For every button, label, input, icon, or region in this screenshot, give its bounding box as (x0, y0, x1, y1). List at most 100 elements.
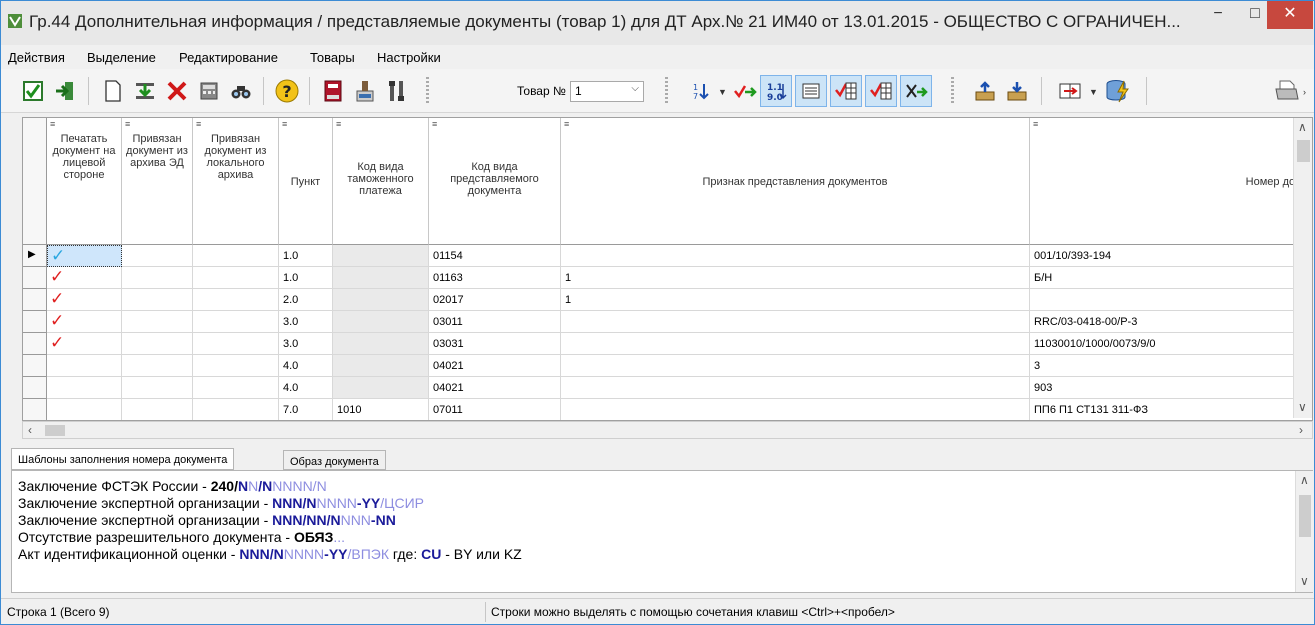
item-cell[interactable]: 1.0 (279, 267, 333, 289)
document-code-cell[interactable]: 02017 (429, 289, 561, 311)
item-cell[interactable]: 7.0 (279, 399, 333, 420)
local-archive-cell[interactable] (193, 267, 279, 289)
tab-templates[interactable]: Шаблоны заполнения номера документа (11, 448, 235, 470)
payment-code-cell[interactable] (333, 333, 429, 355)
ed-archive-cell[interactable] (122, 399, 193, 420)
printer-icon[interactable] (1271, 75, 1303, 107)
column-header-local-archive[interactable]: ≡ Привязан документ из локального архива (193, 118, 279, 245)
local-archive-cell[interactable] (193, 311, 279, 333)
row-header[interactable] (23, 267, 47, 289)
payment-code-cell[interactable] (333, 355, 429, 377)
item-cell[interactable]: 3.0 (279, 311, 333, 333)
row-header[interactable] (23, 355, 47, 377)
menu-actions[interactable]: Действия (8, 50, 65, 65)
menu-editing[interactable]: Редактирование (179, 50, 278, 65)
row-header[interactable] (23, 333, 47, 355)
local-archive-cell[interactable] (193, 355, 279, 377)
row-header[interactable] (23, 289, 47, 311)
transfer-icon[interactable] (1054, 75, 1086, 107)
print-check-icon[interactable]: ✓ (47, 267, 122, 289)
template-line[interactable]: Акт идентификационной оценки - NNN/NNNNN… (18, 546, 522, 562)
presentation-sign-cell[interactable] (561, 399, 1030, 420)
column-header-document-code[interactable]: ≡ Код вида представляемого документа (429, 118, 561, 245)
presentation-sign-cell[interactable] (561, 245, 1030, 267)
item-cell[interactable]: 2.0 (279, 289, 333, 311)
column-header-presentation-sign[interactable]: ≡ Признак представления документов (561, 118, 1030, 245)
document-code-cell[interactable]: 03011 (429, 311, 561, 333)
transfer-dropdown-arrow[interactable]: ▼ (1089, 87, 1098, 97)
filter-icon[interactable]: ≡ (125, 119, 130, 129)
scroll-right-icon[interactable]: › (1299, 423, 1303, 437)
ed-archive-cell[interactable] (122, 333, 193, 355)
scroll-down-icon[interactable]: ∨ (1300, 574, 1309, 588)
local-archive-cell[interactable] (193, 333, 279, 355)
filter-icon[interactable]: ≡ (196, 119, 201, 129)
document-number-cell[interactable]: 903 (1030, 377, 1312, 399)
payment-code-cell[interactable] (333, 267, 429, 289)
template-line[interactable]: Заключение ФСТЭК России - 240/NN/NNNNN/N (18, 478, 327, 494)
document-number-cell[interactable]: 001/10/393-194 (1030, 245, 1312, 267)
print-check-icon[interactable]: ✓ (47, 311, 122, 333)
template-line[interactable]: Заключение экспертной организации - NNN/… (18, 512, 396, 528)
document-number-cell[interactable]: 11030010/1000/0073/9/0 (1030, 333, 1312, 355)
calculator-icon[interactable] (193, 75, 225, 107)
scroll-thumb[interactable] (1299, 495, 1311, 537)
column-header-print[interactable]: ≡ Печатать документ на лицевой стороне (47, 118, 122, 245)
document-stamp-icon[interactable] (349, 75, 381, 107)
presentation-sign-cell[interactable] (561, 377, 1030, 399)
row-header[interactable] (23, 377, 47, 399)
help-icon[interactable]: ? (271, 75, 303, 107)
menu-goods[interactable]: Товары (310, 50, 355, 65)
ed-archive-cell[interactable] (122, 289, 193, 311)
upload-icon[interactable] (969, 75, 1001, 107)
ed-archive-cell[interactable] (122, 267, 193, 289)
filter-icon[interactable]: ≡ (282, 119, 287, 129)
numbering-icon[interactable]: 1.1 9.0 (760, 75, 792, 107)
book-icon[interactable] (317, 75, 349, 107)
document-code-cell[interactable]: 04021 (429, 377, 561, 399)
checkbox-icon[interactable] (17, 75, 49, 107)
document-code-cell[interactable]: 01154 (429, 245, 561, 267)
cross-arrow-icon[interactable] (900, 75, 932, 107)
payment-code-cell[interactable] (333, 289, 429, 311)
row-header[interactable]: ▶ (23, 245, 47, 267)
find-icon[interactable] (225, 75, 257, 107)
print-check-icon[interactable]: ✓ (47, 333, 122, 355)
menu-settings[interactable]: Настройки (377, 50, 441, 65)
scroll-thumb[interactable] (1297, 140, 1310, 162)
document-number-cell[interactable]: 3 (1030, 355, 1312, 377)
template-line[interactable]: Заключение экспертной организации - NNN/… (18, 495, 424, 511)
exit-icon[interactable] (49, 75, 81, 107)
document-code-cell[interactable]: 07011 (429, 399, 561, 420)
tab-document-image[interactable]: Образ документа (283, 450, 386, 470)
sort-dropdown-arrow[interactable]: ▼ (718, 87, 727, 97)
scroll-thumb[interactable] (45, 425, 65, 436)
document-number-cell[interactable] (1030, 289, 1312, 311)
item-cell[interactable]: 4.0 (279, 355, 333, 377)
filter-icon[interactable]: ≡ (50, 119, 55, 129)
template-line[interactable]: Отсутствие разрешительного документа - О… (18, 529, 345, 545)
print-cell[interactable] (47, 399, 122, 420)
list-icon[interactable] (795, 75, 827, 107)
document-code-cell[interactable]: 01163 (429, 267, 561, 289)
menu-selection[interactable]: Выделение (87, 50, 156, 65)
document-number-cell[interactable]: RRC/03-0418-00/P-3 (1030, 311, 1312, 333)
scroll-up-icon[interactable]: ∧ (1300, 473, 1309, 487)
print-cell[interactable] (47, 377, 122, 399)
checkmark-arrow-icon[interactable] (729, 75, 761, 107)
filter-icon[interactable]: ≡ (1033, 119, 1038, 129)
document-code-cell[interactable]: 03031 (429, 333, 561, 355)
documents-grid[interactable]: ≡ Печатать документ на лицевой стороне ≡… (22, 117, 1313, 421)
presentation-sign-cell[interactable]: 1 (561, 289, 1030, 311)
payment-code-cell[interactable]: 1010 (333, 399, 429, 420)
presentation-sign-cell[interactable] (561, 355, 1030, 377)
database-icon[interactable] (1101, 75, 1133, 107)
document-number-cell[interactable]: Б/Н (1030, 267, 1312, 289)
local-archive-cell[interactable] (193, 245, 279, 267)
print-cell[interactable] (47, 355, 122, 377)
print-check-icon[interactable]: ✓ (47, 245, 122, 267)
printer-dropdown-arrow[interactable]: › (1303, 87, 1306, 97)
minimize-button[interactable]: − (1200, 1, 1236, 29)
local-archive-cell[interactable] (193, 289, 279, 311)
presentation-sign-cell[interactable] (561, 333, 1030, 355)
